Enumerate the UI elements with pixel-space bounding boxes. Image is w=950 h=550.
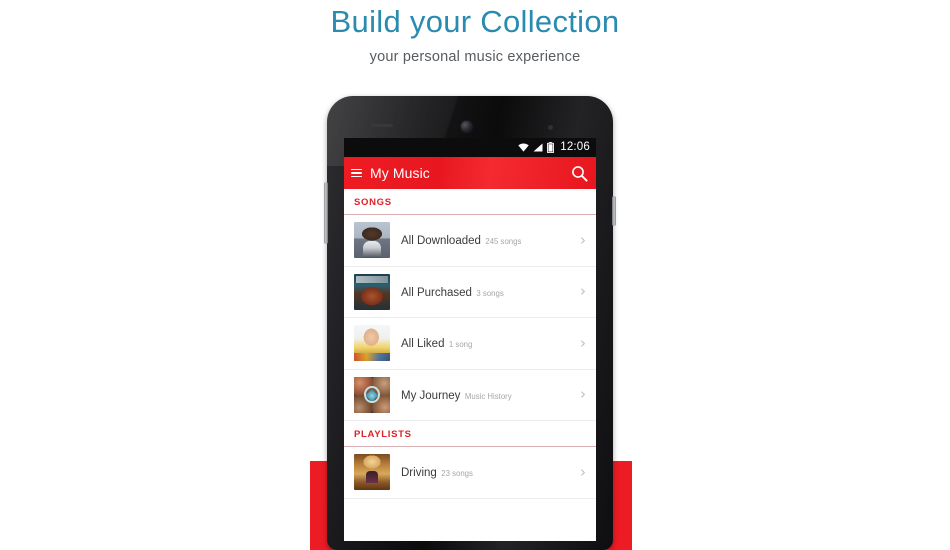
signal-icon <box>533 143 543 152</box>
app-bar: My Music <box>344 157 596 189</box>
list-item-subtitle: 1 song <box>448 340 473 350</box>
list-item-subtitle: 245 songs <box>485 237 522 247</box>
list-item-subtitle: 23 songs <box>441 469 473 479</box>
volume-rocker-button[interactable] <box>324 182 328 244</box>
status-bar-clock: 12:06 <box>560 140 590 153</box>
promo-subtitle: your personal music experience <box>369 49 581 65</box>
chevron-right-icon[interactable]: › <box>580 387 588 402</box>
list-item-all-purchased[interactable]: All Purchased 3 songs › <box>344 266 596 318</box>
section-header-songs: SONGS <box>344 189 596 215</box>
chevron-right-icon[interactable]: › <box>580 464 588 480</box>
chevron-right-icon[interactable]: › <box>580 335 588 351</box>
list-item-subtitle: Music History <box>464 391 512 401</box>
app-bar-title: My Music <box>370 165 430 181</box>
list-item-title: My Journey <box>401 389 461 402</box>
hamburger-menu-icon[interactable] <box>351 168 362 178</box>
list-item-title: All Downloaded <box>401 235 481 248</box>
proximity-sensor-icon <box>548 125 553 130</box>
list-item-driving[interactable]: Driving 23 songs › <box>344 447 596 499</box>
search-icon[interactable] <box>571 165 588 182</box>
music-library-list[interactable]: SONGS All Downloaded 245 songs › All Pur… <box>344 189 596 541</box>
list-item-all-liked[interactable]: All Liked 1 song › <box>344 318 596 370</box>
wifi-icon <box>518 143 529 152</box>
power-button[interactable] <box>612 196 616 226</box>
list-item-title: All Purchased <box>401 286 472 299</box>
album-art-thumbnail <box>354 454 390 491</box>
section-header-playlists: PLAYLISTS <box>344 421 596 447</box>
chevron-right-icon[interactable]: › <box>580 232 588 248</box>
list-item-title: All Liked <box>401 338 445 351</box>
status-bar: 12:06 <box>344 138 596 157</box>
list-item-all-downloaded[interactable]: All Downloaded 245 songs › <box>344 215 596 267</box>
promo-header: Build your Collection your personal musi… <box>0 0 950 65</box>
list-item-subtitle: 3 songs <box>476 288 504 298</box>
album-art-thumbnail <box>354 222 390 259</box>
front-camera-icon <box>461 121 472 132</box>
album-art-thumbnail <box>354 376 390 413</box>
battery-icon <box>547 142 555 153</box>
list-item-my-journey[interactable]: My Journey Music History › <box>344 369 596 421</box>
promo-title: Build your Collection <box>330 4 620 39</box>
phone-mockup: 12:06 My Music SONGS All Downloaded 245 … <box>324 96 616 550</box>
earpiece-speaker-icon <box>371 124 393 127</box>
chevron-right-icon[interactable]: › <box>580 284 588 299</box>
phone-screen: 12:06 My Music SONGS All Downloaded 245 … <box>344 138 596 541</box>
album-art-thumbnail <box>354 325 390 362</box>
album-art-thumbnail <box>354 273 390 310</box>
list-item-title: Driving <box>401 467 437 480</box>
